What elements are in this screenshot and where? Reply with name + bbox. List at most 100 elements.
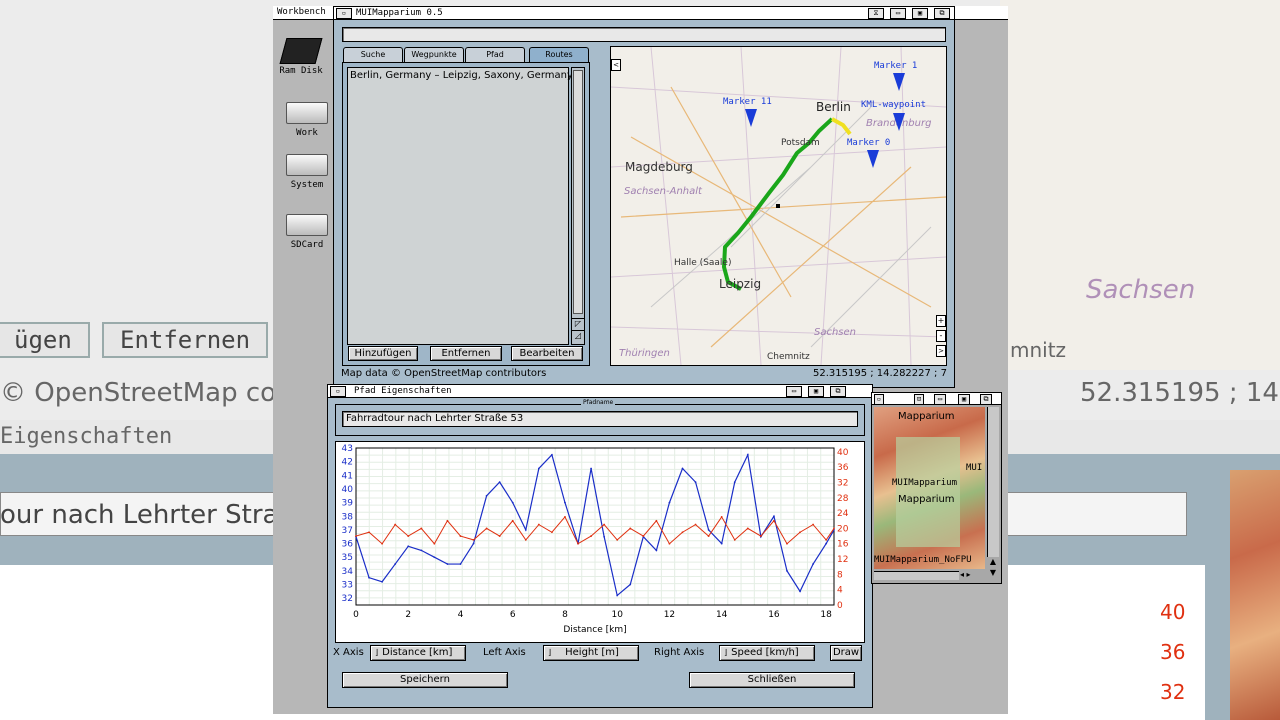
right-axis-select[interactable]: ⌋ Speed [km/h] — [719, 645, 815, 661]
save-button[interactable]: Speichern — [342, 672, 508, 688]
data-point-right — [616, 539, 619, 541]
data-point-left — [603, 535, 606, 538]
scroll-thumb[interactable] — [573, 70, 583, 314]
map-marker-icon[interactable] — [893, 113, 905, 131]
data-point-right — [773, 519, 775, 522]
route-segment — [831, 117, 852, 136]
x-axis-select[interactable]: ⌋ Distance [km] — [370, 645, 466, 661]
close-button[interactable]: Schließen — [689, 672, 855, 688]
snapshot-gadget-icon[interactable]: ▭ — [934, 394, 946, 405]
lock-icon[interactable]: ⊡ — [914, 394, 924, 405]
data-point-left — [786, 569, 788, 572]
pan-right-icon[interactable]: > — [936, 345, 946, 357]
iconify-gadget-icon[interactable]: ▭ — [786, 386, 802, 397]
depth-gadget-icon[interactable]: ⧉ — [830, 386, 846, 397]
background-city-label: mnitz — [1010, 338, 1067, 362]
map-marker-icon[interactable] — [745, 109, 757, 127]
icon-label: Work — [296, 128, 318, 138]
drawer-icon-label[interactable]: MUIMapparium_NoFPU — [874, 555, 972, 565]
depth-gadget-icon[interactable]: ⧉ — [980, 394, 992, 405]
map-marker-label: Marker 1 — [874, 61, 918, 71]
side-window-titlebar[interactable]: ▫ ⊡ ▭ ▣ ⧉ — [872, 393, 1001, 405]
close-gadget-icon[interactable]: ▫ — [330, 386, 346, 397]
data-point-right — [668, 542, 671, 545]
drawer-icon-label[interactable]: MUIMapparium — [892, 478, 957, 488]
y-right-tick-label: 36 — [837, 463, 849, 473]
desktop-icon-work[interactable]: Work — [279, 102, 335, 138]
main-window-titlebar[interactable]: ▫ MUIMapparium 0.5 ⧖ ▭ ▣ ⧉ — [334, 7, 954, 20]
left-axis-value: Height [m] — [565, 647, 619, 658]
routes-scrollbar[interactable]: ◸ ◿ — [571, 67, 585, 345]
side-hscrollbar[interactable] — [874, 571, 959, 580]
data-point-left — [616, 594, 619, 597]
snapshot-gadget-icon[interactable]: ▭ — [890, 8, 906, 19]
search-input[interactable] — [342, 27, 946, 42]
close-gadget-icon[interactable]: ▫ — [874, 394, 884, 405]
remove-route-button[interactable]: Entfernen — [430, 346, 502, 361]
data-point-right — [394, 523, 397, 526]
data-point-left — [812, 563, 815, 565]
zoom-gadget-icon[interactable]: ▣ — [912, 8, 928, 19]
data-point-right — [472, 539, 475, 541]
map-marker-label: Marker 0 — [847, 138, 891, 148]
background-button-remove: Entfernen — [102, 322, 269, 358]
data-point-left — [681, 467, 684, 470]
scroll-down-icon[interactable]: ▼ — [988, 568, 998, 579]
data-point-right — [720, 516, 723, 518]
map-canvas — [611, 47, 946, 365]
list-item[interactable]: Berlin, Germany – Leipzig, Saxony, Germa… — [350, 70, 573, 81]
iconify-gadget-icon[interactable]: ⧖ — [868, 8, 884, 19]
add-route-button[interactable]: Hinzufügen — [348, 346, 418, 361]
scroll-up-icon[interactable]: ◸ — [572, 318, 584, 330]
data-point-right — [733, 539, 736, 541]
zoom-out-icon[interactable]: - — [936, 330, 946, 342]
routes-list[interactable]: Berlin, Germany – Leipzig, Saxony, Germa… — [347, 67, 573, 345]
data-point-right — [446, 519, 449, 522]
side-vscrollbar[interactable] — [987, 407, 999, 557]
drawer-icon-label[interactable]: MUI — [966, 463, 982, 473]
status-credit: Map data © OpenStreetMap contributors — [341, 368, 547, 379]
popup-icon: ⌋ — [548, 648, 552, 657]
tab-wegpunkte[interactable]: Wegpunkte — [404, 47, 464, 62]
map-view[interactable]: Berlin Potsdam Brandenburg Magdeburg Sac… — [610, 46, 947, 366]
data-point-right — [655, 519, 658, 522]
y-left-tick-label: 33 — [342, 581, 353, 591]
plot-area: 0 2 4 6 8 10 12 14 16 18 32 33 34 35 36 37 38 39 40 41 42 43 0… — [335, 441, 865, 643]
desktop-icon-ramdisk[interactable]: Ram Disk — [273, 38, 329, 76]
sidebar-toggle-icon[interactable]: < — [611, 59, 621, 71]
zoom-in-icon[interactable]: + — [936, 315, 946, 327]
icon-label: Ram Disk — [279, 66, 323, 76]
path-name-input[interactable]: Fahrradtour nach Lehrter Straße 53 — [342, 411, 858, 427]
close-gadget-icon[interactable]: ▫ — [336, 8, 352, 19]
data-point-right — [511, 519, 514, 522]
map-label-halle: Halle (Saale) — [674, 258, 732, 268]
icon-drawer-view[interactable]: Mapparium MUI MUIMapparium Mapparium MUI… — [874, 407, 985, 569]
path-window-titlebar[interactable]: ▫ Pfad Eigenschaften ▭ ▣ ⧉ — [328, 385, 872, 398]
left-axis-select[interactable]: ⌋ Height [m] — [543, 645, 639, 661]
tab-suche[interactable]: Suche — [343, 47, 403, 62]
workbench-title: Workbench — [277, 7, 326, 17]
edit-route-button[interactable]: Bearbeiten — [511, 346, 583, 361]
draw-button[interactable]: Draw — [830, 645, 862, 661]
desktop-icon-system[interactable]: System — [279, 154, 335, 190]
zoom-gadget-icon[interactable]: ▣ — [958, 394, 970, 405]
tab-routes[interactable]: Routes — [529, 47, 589, 62]
depth-gadget-icon[interactable]: ⧉ — [934, 8, 950, 19]
map-marker-icon[interactable] — [867, 150, 879, 168]
desktop-icon-sdcard[interactable]: SDCard — [279, 214, 335, 250]
x-tick-label: 14 — [716, 610, 728, 620]
zoom-gadget-icon[interactable]: ▣ — [808, 386, 824, 397]
drawer-icon-label[interactable]: Mapparium — [898, 411, 955, 422]
data-point-left — [524, 529, 527, 531]
drawer-icon-label[interactable]: Mapparium — [898, 494, 955, 505]
scroll-left-right-icon[interactable]: ◂ ▸ — [960, 570, 984, 580]
scroll-up-icon[interactable]: ▲ — [988, 557, 998, 568]
scroll-down-icon[interactable]: ◿ — [572, 330, 584, 342]
map-marker-icon[interactable] — [893, 73, 905, 91]
y-left-tick-label: 42 — [342, 458, 353, 468]
tab-pfad[interactable]: Pfad — [465, 47, 525, 62]
popup-icon: ⌋ — [724, 648, 728, 657]
y-left-tick-label: 37 — [342, 526, 353, 536]
data-point-left — [564, 501, 566, 504]
data-point-left — [433, 556, 436, 559]
